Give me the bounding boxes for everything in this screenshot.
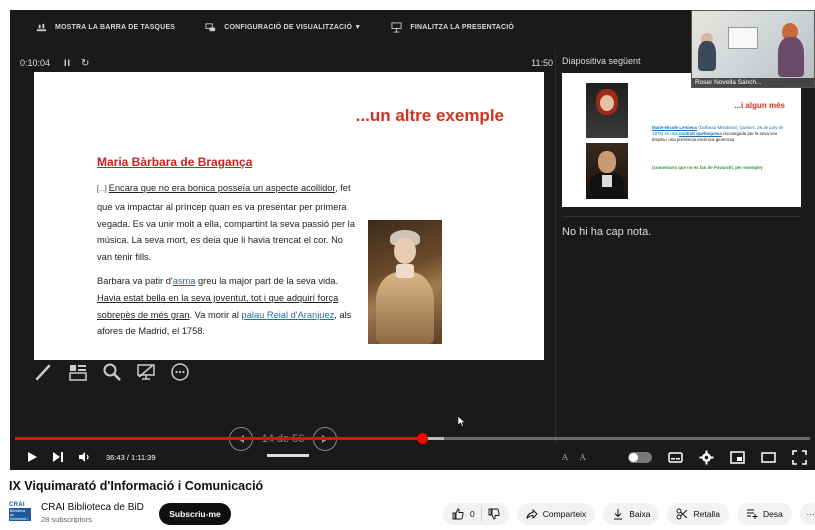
screen-black-icon[interactable] [136, 362, 156, 382]
text-size-small-button[interactable]: A [562, 453, 568, 462]
like-count[interactable]: 0 [470, 509, 475, 519]
play-icon[interactable] [26, 451, 38, 463]
download-icon [614, 509, 623, 520]
underlined-text: Encara que no era bonica posseïa un aspe… [108, 183, 336, 193]
slide-body: [...] Encara que no era bonica posseïa u… [97, 180, 359, 347]
next-slide-title: ...i algun més [734, 101, 785, 110]
current-clock: 11:50 [531, 58, 553, 68]
ellipsis-text: [...] [97, 186, 109, 193]
scissors-icon [677, 508, 688, 520]
player-controls: 36:43 / 1:11:39 A A [10, 444, 815, 470]
asma-link[interactable]: asma [173, 276, 196, 286]
paragraph-text: , fet que va impactar al príncep quan es… [97, 183, 355, 263]
avatar[interactable]: CRAI Biblioteca de Informació i Mitjans … [9, 502, 31, 529]
video-actions: 0 Comparteix Baixa Retalla Desa ··· [443, 503, 815, 525]
paragraph-text: Barbara va patir d' [97, 275, 173, 286]
seek-scrubber[interactable] [417, 433, 428, 444]
thumbs-up-icon[interactable] [452, 508, 464, 520]
show-taskbar-button[interactable]: MOSTRA LA BARRA DE TASQUES [36, 22, 175, 33]
end-show-button[interactable]: FINALITZA LA PRESENTACIÓ [391, 21, 515, 33]
reset-timer-button[interactable]: ↻ [81, 58, 89, 69]
slide-paragraph-1: [...] Encara que no era bonica posseïa u… [97, 180, 359, 266]
share-icon [526, 508, 538, 520]
slide-subtitle: Maria Bàrbara de Bragança [97, 155, 253, 169]
theater-mode-icon[interactable] [761, 450, 776, 465]
thumbs-down-icon[interactable] [488, 508, 500, 520]
webcam-overlay: Roser Novella Sánch... [691, 10, 815, 88]
taskbar-icon [36, 23, 47, 31]
presenter-timer: 0:10:04 II ↻ 11:50 [10, 56, 555, 70]
fullscreen-icon[interactable] [792, 449, 807, 465]
video-player[interactable]: MOSTRA LA BARRA DE TASQUES CONFIGURACIÓ … [10, 10, 815, 470]
subscriber-count: 28 subscriptors [41, 515, 92, 524]
autoplay-toggle[interactable] [628, 451, 652, 463]
next-slide-preview[interactable]: ...i algun més Marie-Nicole Lemieux (Dol… [562, 73, 801, 207]
slide-title: ...un altre exemple [355, 106, 504, 125]
video-title: IX Viquimarató d'Informació i Comunicaci… [9, 479, 264, 493]
clip-label: Retalla [693, 509, 720, 519]
portrait-image [586, 143, 628, 199]
download-button[interactable]: Baixa [603, 503, 660, 525]
more-actions-button[interactable]: ··· [799, 503, 815, 525]
save-label: Desa [762, 509, 783, 519]
next-slide-note: (comentaris que no es fan de Pavarotti, … [652, 165, 763, 170]
presenter-toolbar: MOSTRA LA BARRA DE TASQUES CONFIGURACIÓ … [10, 10, 690, 44]
next-video-icon[interactable] [52, 451, 64, 463]
speaker-notes: No hi ha cap nota. [562, 226, 652, 238]
show-taskbar-label: MOSTRA LA BARRA DE TASQUES [55, 23, 176, 31]
avatar-logo-box: Biblioteca de Informació i Mitjans Audio… [9, 508, 31, 529]
pause-timer-button[interactable]: II [64, 58, 71, 68]
see-all-slides-icon[interactable] [68, 362, 88, 382]
volume-icon[interactable] [78, 451, 90, 463]
display-settings-icon [205, 22, 216, 31]
subtitles-icon[interactable] [668, 450, 683, 465]
end-show-label: FINALITZA LA PRESENTACIÓ [410, 23, 515, 31]
miniplayer-icon[interactable] [730, 450, 745, 465]
text-size-controls: A A [562, 453, 586, 462]
current-slide: ...un altre exemple Maria Bàrbara de Bra… [34, 72, 544, 360]
share-label: Comparteix [542, 509, 587, 519]
share-button[interactable]: Comparteix [516, 503, 596, 525]
next-slide-text: Marie-Nicole Lemieux (Dolbeau-Mistassini… [652, 125, 784, 142]
download-label: Baixa [629, 509, 651, 519]
save-button[interactable]: Desa [736, 503, 792, 525]
end-show-icon [391, 21, 402, 33]
text-size-large-button[interactable]: A [580, 453, 586, 462]
video-time: 36:43 / 1:11:39 [106, 452, 156, 462]
paragraph-text: . Va morir al [189, 309, 242, 320]
next-slide-label: Diapositiva següent [562, 56, 641, 66]
portrait-image [368, 220, 442, 344]
subscribe-button[interactable]: Subscriu-me [159, 503, 231, 525]
pen-icon[interactable] [34, 362, 54, 382]
channel-name[interactable]: CRAI Biblioteca de BiD [41, 502, 144, 513]
display-settings-label: CONFIGURACIÓ DE VISUALITZACIÓ ▼ [224, 23, 362, 31]
clip-button[interactable]: Retalla [667, 503, 729, 525]
portrait-image [586, 83, 628, 138]
elapsed-time: 0:10:04 [20, 58, 51, 68]
channel-row: CRAI Biblioteca de Informació i Mitjans … [9, 500, 815, 529]
save-to-playlist-icon [746, 509, 758, 519]
zoom-icon[interactable] [102, 362, 122, 382]
panel-divider [555, 50, 556, 445]
aranjuez-link[interactable]: palau Reial d'Aranjuez [242, 310, 335, 320]
gear-icon[interactable] [699, 450, 714, 465]
like-dislike-group: 0 [443, 503, 509, 525]
mouse-cursor-icon [458, 416, 466, 427]
slide-paragraph-2: Barbara va patir d'asma greu la major pa… [97, 273, 359, 340]
notes-divider [562, 216, 801, 217]
more-options-icon[interactable] [170, 362, 190, 382]
paragraph-text: greu la major part de la seva vida. [195, 275, 339, 286]
slide-tools [34, 362, 190, 382]
display-settings-button[interactable]: CONFIGURACIÓ DE VISUALITZACIÓ ▼ [205, 22, 361, 33]
webcam-name: Roser Novella Sánch... [692, 78, 814, 87]
seek-played [15, 437, 422, 440]
more-actions-label: ··· [806, 509, 815, 519]
